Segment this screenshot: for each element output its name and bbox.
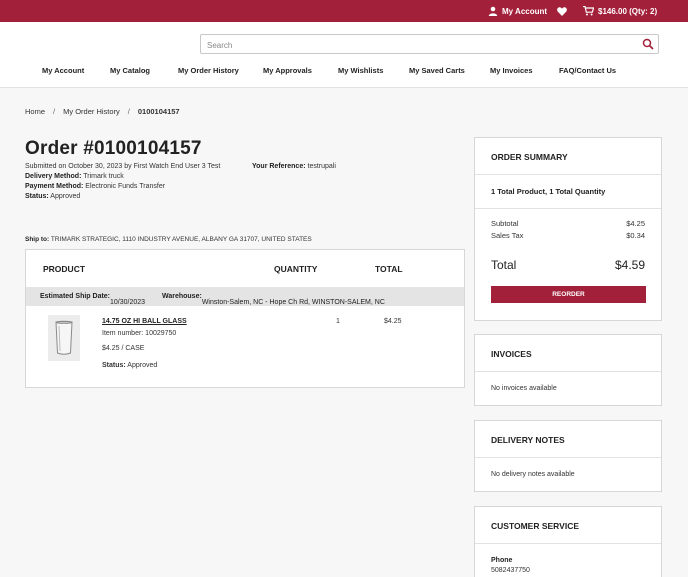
- total-value: $4.59: [614, 258, 645, 272]
- shipment-info-bar: Estimated Ship Date: 10/30/2023 Warehous…: [26, 287, 464, 306]
- product-quantity: 1: [336, 318, 340, 325]
- wishlist-link[interactable]: [557, 0, 567, 22]
- order-status-value: Approved: [50, 193, 81, 200]
- reference-label: Your Reference:: [252, 163, 306, 170]
- delivery-notes-empty-text: No delivery notes available: [491, 471, 575, 478]
- delivery-method-value: Trimark truck: [83, 173, 124, 180]
- summary-counts-text: 1 Total Product, 1 Total Quantity: [491, 187, 606, 196]
- sales-tax-value: $0.34: [626, 231, 645, 240]
- order-status-label: Status:: [25, 193, 49, 200]
- cart-link[interactable]: $146.00 (Qty: 2): [583, 0, 657, 22]
- product-unit-price: $4.25 / CASE: [102, 345, 145, 352]
- product-column-header: PRODUCT: [43, 264, 86, 274]
- ship-to: Ship to: TRIMARK STRATEGIC, 1110 INDUSTR…: [25, 236, 312, 243]
- delivery-notes-empty: No delivery notes available: [491, 471, 645, 478]
- total-row: Total $4.59: [491, 258, 645, 272]
- nav-faq-contact[interactable]: FAQ/Contact Us: [559, 66, 616, 75]
- total-label: Total: [491, 258, 517, 272]
- product-name-link[interactable]: 14.75 OZ HI BALL GLASS: [102, 318, 187, 325]
- sales-tax-label: Sales Tax: [491, 231, 524, 240]
- glass-icon: [55, 320, 73, 355]
- divider: [475, 208, 661, 209]
- your-reference: Your Reference: testrupali: [252, 163, 336, 170]
- nav-my-wishlists[interactable]: My Wishlists: [338, 66, 383, 75]
- payment-method-label: Payment Method:: [25, 183, 84, 190]
- product-image[interactable]: [48, 315, 80, 361]
- site-header: My Account My Catalog My Order History M…: [0, 22, 688, 88]
- phone-value[interactable]: 5082437750: [491, 567, 530, 574]
- breadcrumb-separator: /: [127, 107, 130, 116]
- order-summary-card: ORDER SUMMARY 1 Total Product, 1 Total Q…: [474, 137, 662, 321]
- product-total: $4.25: [384, 318, 402, 325]
- delivery-method-label: Delivery Method:: [25, 173, 82, 180]
- top-bar: My Account $146.00 (Qty: 2): [0, 0, 688, 22]
- divider: [475, 457, 661, 458]
- phone-label-row: Phone: [491, 557, 645, 564]
- user-icon: [488, 6, 498, 16]
- product-status-label: Status:: [102, 362, 126, 369]
- breadcrumb: Home / My Order History / 0100104157: [25, 107, 180, 116]
- delivery-notes-title: DELIVERY NOTES: [491, 435, 565, 445]
- submitted-info: Submitted on October 30, 2023 by First W…: [25, 163, 221, 170]
- subtotal-value: $4.25: [626, 219, 645, 228]
- nav-my-catalog[interactable]: My Catalog: [110, 66, 150, 75]
- ship-date-label: Estimated Ship Date:: [40, 293, 111, 300]
- cart-icon: [583, 6, 594, 16]
- product-status-value: Approved: [127, 362, 158, 369]
- breadcrumb-home[interactable]: Home: [25, 107, 45, 116]
- order-status: Status: Approved: [25, 193, 80, 200]
- warehouse: Warehouse: Winston-Salem, NC - Hope Ch R…: [162, 293, 385, 306]
- phone-label: Phone: [491, 557, 513, 564]
- search-input[interactable]: [201, 36, 621, 55]
- ship-date-value: 10/30/2023: [110, 299, 146, 306]
- items-table-header: PRODUCT QUANTITY TOTAL: [26, 250, 464, 287]
- warehouse-label: Warehouse:: [162, 293, 202, 300]
- subtotal-label: Subtotal: [491, 219, 519, 228]
- customer-service-card: CUSTOMER SERVICE Phone 5082437750: [474, 506, 662, 577]
- search-icon[interactable]: [642, 38, 654, 50]
- breadcrumb-order-history[interactable]: My Order History: [63, 107, 120, 116]
- heart-icon: [557, 6, 567, 16]
- ship-to-label: Ship to:: [25, 236, 50, 243]
- order-summary-title: ORDER SUMMARY: [491, 152, 568, 162]
- my-account-label: My Account: [502, 6, 548, 16]
- product-item-number: Item number: 10029750: [102, 330, 177, 337]
- sales-tax-row: Sales Tax $0.34: [491, 231, 645, 240]
- cart-label: $146.00 (Qty: 2): [598, 6, 658, 16]
- invoices-empty-text: No invoices available: [491, 385, 557, 392]
- total-column-header: TOTAL: [375, 264, 403, 274]
- subtotal-row: Subtotal $4.25: [491, 219, 645, 228]
- nav-my-approvals[interactable]: My Approvals: [263, 66, 312, 75]
- invoices-empty: No invoices available: [491, 385, 645, 392]
- payment-method-value: Electronic Funds Transfer: [85, 183, 166, 190]
- nav-my-invoices[interactable]: My Invoices: [490, 66, 533, 75]
- breadcrumb-separator: /: [53, 107, 56, 116]
- nav-my-order-history[interactable]: My Order History: [178, 66, 239, 75]
- warehouse-value: Winston-Salem, NC - Hope Ch Rd, WINSTON-…: [201, 299, 385, 306]
- delivery-notes-card: DELIVERY NOTES No delivery notes availab…: [474, 420, 662, 492]
- ship-date: Estimated Ship Date: 10/30/2023: [40, 293, 145, 306]
- invoices-title: INVOICES: [491, 349, 532, 359]
- page-title: Order #0100104157: [25, 138, 202, 159]
- nav-my-account[interactable]: My Account: [42, 66, 84, 75]
- divider: [475, 174, 661, 175]
- invoices-card: INVOICES No invoices available: [474, 334, 662, 406]
- delivery-method: Delivery Method: Trimark truck: [25, 173, 124, 180]
- reference-value: testrupali: [307, 163, 336, 170]
- divider: [475, 543, 661, 544]
- customer-service-title: CUSTOMER SERVICE: [491, 521, 580, 531]
- nav-my-saved-carts[interactable]: My Saved Carts: [409, 66, 465, 75]
- my-account-link[interactable]: My Account: [488, 0, 547, 22]
- order-items-card: PRODUCT QUANTITY TOTAL Estimated Ship Da…: [25, 249, 465, 388]
- product-status: Status: Approved: [102, 362, 157, 369]
- ship-to-value: TRIMARK STRATEGIC, 1110 INDUSTRY AVENUE,…: [50, 236, 312, 243]
- quantity-column-header: QUANTITY: [274, 264, 318, 274]
- summary-counts: 1 Total Product, 1 Total Quantity: [491, 187, 645, 196]
- payment-method: Payment Method: Electronic Funds Transfe…: [25, 183, 165, 190]
- search-box: [200, 34, 659, 55]
- phone-value-row: 5082437750: [491, 567, 645, 574]
- reorder-button[interactable]: REORDER: [491, 286, 646, 303]
- divider: [475, 371, 661, 372]
- breadcrumb-current: 0100104157: [137, 107, 180, 116]
